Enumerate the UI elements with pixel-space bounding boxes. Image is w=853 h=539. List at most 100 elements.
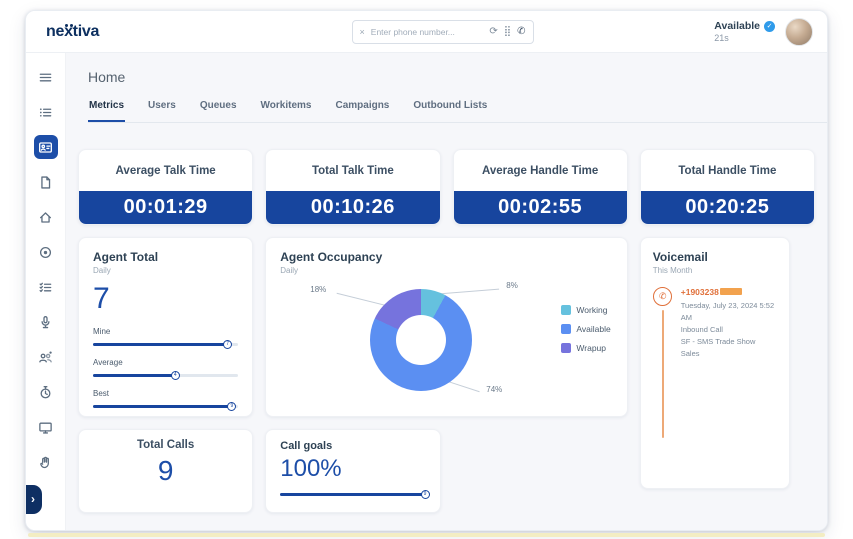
metric-title: Average Handle Time [481,164,599,177]
tab-users[interactable]: Users [147,100,177,122]
card-title: Total Calls [136,439,195,451]
legend-item-wrapup: Wrapup [561,343,610,353]
slice-label-wrapup: 18% [310,285,327,294]
voicemail-source: SF - SMS Trade Show [680,337,756,346]
phone-number-input[interactable] [370,26,484,37]
goal-handle-value: 9 [423,491,427,497]
card-title: Agent Occupancy [280,250,383,264]
tab-outbound-lists[interactable]: Outbound Lists [412,100,488,122]
record-icon[interactable] [34,240,58,264]
slider-handle-value: 7 [226,341,229,347]
slider-handle[interactable]: 9 [227,401,237,411]
slider-handle[interactable]: 4 [170,370,180,380]
sidebar [26,53,66,530]
tab-campaigns[interactable]: Campaigns [334,100,390,122]
card-subtitle: This Month [652,266,693,275]
slider-handle-value: 4 [173,372,177,378]
metric-value: 00:02:55 [453,191,627,224]
legend-label: Working [576,305,608,315]
slider-mine: Mine 7 [93,327,239,349]
agent-total-value: 7 [93,282,110,315]
total-calls-value: 9 [157,455,174,486]
slider-handle[interactable]: 7 [223,339,233,349]
screen-icon[interactable] [34,415,58,439]
presence-label: Available [714,20,760,32]
voicemail-phone-icon: ✆ [653,287,673,306]
user-avatar[interactable] [785,17,813,46]
call-icon[interactable]: ✆ [517,26,525,37]
metric-title: Average Talk Time [115,164,216,177]
tab-workitems[interactable]: Workitems [260,100,313,122]
slider-handle-value: 9 [230,403,234,409]
screenshot-stage: nextiva × ⟳ ⣿ ✆ Available ✓ 21s [0,0,853,539]
metric-title: Total Talk Time [311,164,394,177]
top-bar: nextiva × ⟳ ⣿ ✆ Available ✓ 21s [26,11,827,53]
legend-swatch [561,324,572,334]
legend-item-working: Working [561,305,610,315]
metric-value: 00:10:26 [266,191,440,224]
tab-queues[interactable]: Queues [199,100,238,122]
queue-list-icon[interactable] [34,100,58,124]
contacts-icon[interactable] [33,135,58,159]
slider-label: Average [93,358,123,367]
metric-value: 00:20:25 [640,191,814,224]
grab-hand-icon[interactable] [34,450,58,474]
card-title: Call goals [280,440,333,452]
menu-icon[interactable] [34,65,58,89]
app-window: nextiva × ⟳ ⣿ ✆ Available ✓ 21s [25,10,828,531]
agent-total-card: Agent Total Daily 7 Mine 7 Average 4 Bes… [78,237,254,417]
metric-title: Total Handle Time [678,164,777,177]
redaction-highlight [719,288,742,295]
call-goals-card: Call goals 100% 9 [265,429,441,513]
legend-swatch [561,305,572,315]
occupancy-donut [370,289,473,391]
agent-occupancy-card: Agent Occupancy Daily 18% 8% 74% Working… [265,237,628,417]
main-content: Home Metrics Users Queues Workitems Camp… [66,53,827,530]
metric-card-total-talk-time: Total Talk Time 00:10:26 [265,149,441,225]
task-list-icon[interactable] [34,275,58,299]
verified-check-icon: ✓ [764,20,775,32]
voicemail-card: Voicemail This Month ✆ +1903238 Tuesday,… [639,237,791,489]
voicemail-team: Sales [680,349,700,358]
goal-handle[interactable]: 9 [420,489,430,499]
voicemail-meta: Tuesday, July 23, 2024 5:52 AM Inbound C… [681,300,778,360]
metric-value: 00:01:29 [79,191,253,224]
card-title: Agent Total [93,250,159,264]
goal-progress[interactable]: 9 [280,489,430,499]
slider-track[interactable]: 4 [93,370,239,380]
timer-icon[interactable] [34,380,58,404]
voicemail-timeline: ✆ [653,287,673,438]
call-goals-value: 100% [280,455,342,482]
slider-fill [93,404,233,408]
occupancy-chart: 18% 8% 74% Working Available Wrapup [280,279,613,411]
voicemail-datetime: Tuesday, July 23, 2024 5:52 AM [680,301,775,322]
sidebar-expand-button[interactable]: › [26,485,42,514]
page-title: Home [88,69,126,85]
presence-status[interactable]: Available ✓ 21s [714,20,775,43]
transfer-icon[interactable]: ⟳ [489,26,497,37]
tab-metrics[interactable]: Metrics [88,100,126,122]
metric-card-average-handle-time: Average Handle Time 00:02:55 [452,149,628,225]
dashboard-grid: Average Talk Time 00:01:29 Total Talk Ti… [78,149,815,513]
bottom-strip [28,533,825,537]
goal-fill [280,492,426,496]
phone-dialer-bar: × ⟳ ⣿ ✆ [351,19,534,44]
slider-track[interactable]: 9 [93,401,239,411]
slider-label: Best [93,389,110,398]
document-icon[interactable] [34,170,58,194]
microphone-icon[interactable] [34,310,58,334]
dialpad-icon[interactable]: ⣿ [504,26,511,37]
total-calls-card: Total Calls 9 [78,429,254,513]
teams-icon[interactable] [34,345,58,369]
voicemail-number[interactable]: +1903238 [681,287,778,297]
slider-track[interactable]: 7 [93,339,239,349]
home-icon[interactable] [34,205,58,229]
legend-swatch [561,343,572,353]
slice-label-working: 8% [506,281,518,290]
presence-timer: 21s [714,33,729,43]
metric-card-average-talk-time: Average Talk Time 00:01:29 [78,149,254,225]
clear-icon[interactable]: × [360,27,365,37]
metric-card-total-handle-time: Total Handle Time 00:20:25 [639,149,815,225]
voicemail-entry[interactable]: ✆ +1903238 Tuesday, July 23, 2024 5:52 A… [653,287,778,438]
timeline-line [661,310,664,438]
